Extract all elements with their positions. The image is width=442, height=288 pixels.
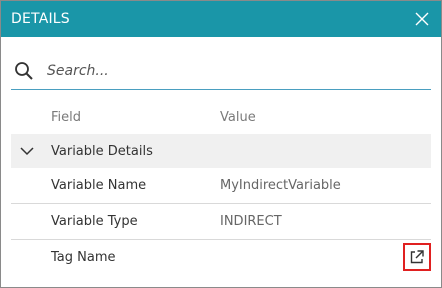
- search-bar: [11, 53, 431, 90]
- panel-title: DETAILS: [11, 11, 70, 27]
- column-headers: Field Value: [1, 100, 441, 134]
- external-link-icon[interactable]: [403, 243, 431, 271]
- search-icon: [13, 60, 35, 82]
- details-panel: DETAILS Field Value Variable Details Var…: [0, 0, 442, 288]
- table-row-variable-type: Variable Type INDIRECT: [11, 204, 431, 240]
- field-label: Tag Name: [51, 250, 116, 265]
- close-icon[interactable]: [413, 10, 431, 28]
- field-value: MyIndirectVariable: [220, 178, 341, 193]
- panel-header: DETAILS: [1, 1, 441, 37]
- table-row-variable-name: Variable Name MyIndirectVariable: [11, 168, 431, 204]
- column-header-value: Value: [220, 109, 256, 125]
- group-row-variable-details[interactable]: Variable Details: [11, 134, 431, 168]
- column-header-field: Field: [51, 109, 82, 125]
- table-row-tag-name: Tag Name: [11, 240, 431, 275]
- search-input[interactable]: [47, 63, 387, 79]
- group-label: Variable Details: [51, 143, 153, 159]
- field-label: Variable Name: [51, 178, 147, 193]
- chevron-down-icon[interactable]: [19, 143, 35, 159]
- field-label: Variable Type: [51, 214, 138, 229]
- field-value: INDIRECT: [220, 214, 282, 229]
